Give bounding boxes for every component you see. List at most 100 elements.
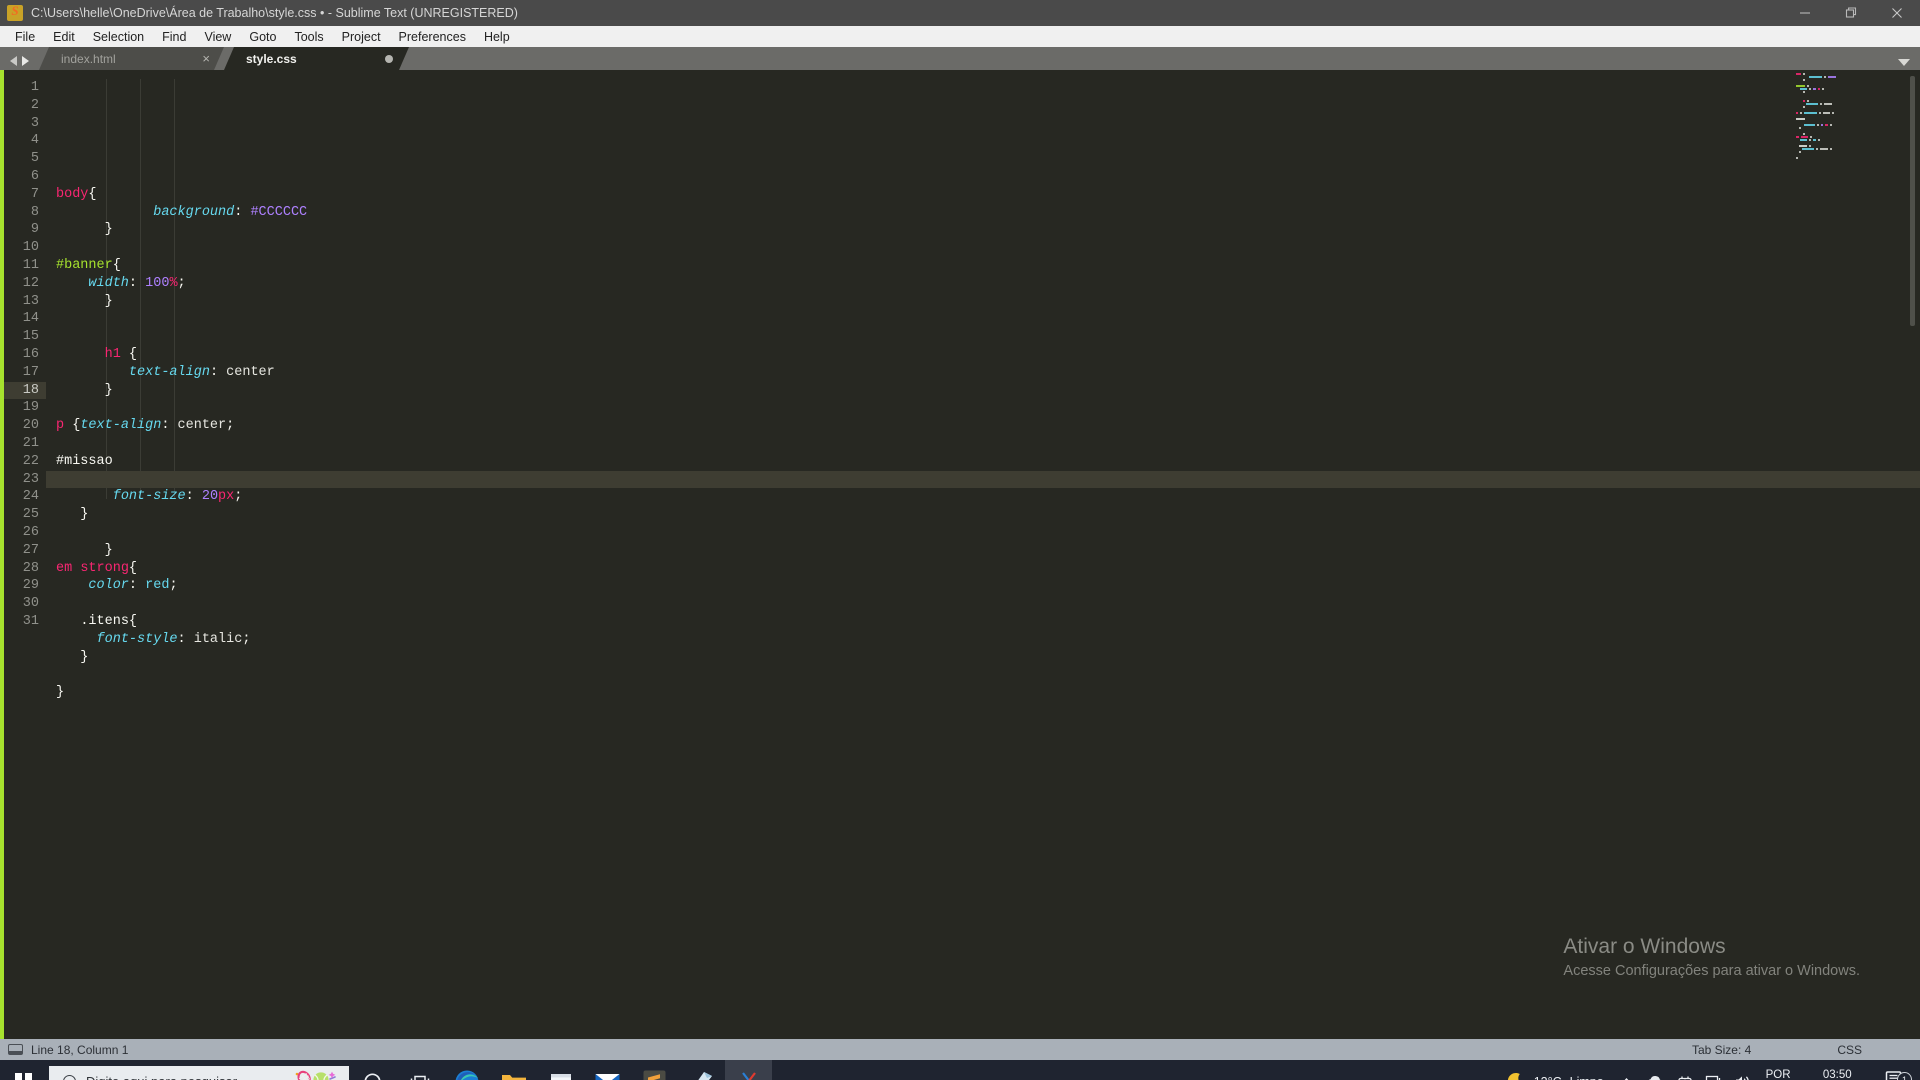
windows-activation-watermark: Ativar o Windows Acesse Configurações pa…: [1563, 935, 1860, 979]
taskbar-button-snipping-tool[interactable]: [725, 1060, 772, 1080]
code-line[interactable]: [46, 168, 1920, 186]
tab-size-indicator[interactable]: Tab Size: 4: [1692, 1043, 1751, 1057]
code-line[interactable]: }: [46, 649, 1920, 667]
volume-icon: [1735, 1076, 1749, 1080]
code-line[interactable]: [46, 595, 1920, 613]
line-number: 19: [22, 400, 39, 416]
taskbar-button-sublime-text[interactable]: [631, 1060, 678, 1080]
clock[interactable]: 03:50 22/05/2022: [1798, 1068, 1876, 1080]
taskbar-button-mail[interactable]: [584, 1060, 631, 1080]
tray-camera-button[interactable]: [1671, 1060, 1699, 1080]
taskbar-button-file-explorer[interactable]: [490, 1060, 537, 1080]
taskbar-button-edge[interactable]: [443, 1060, 490, 1080]
minimize-button[interactable]: [1782, 0, 1828, 26]
code-line[interactable]: font-style: italic;: [46, 631, 1920, 649]
taskbar-button-sticky-notes[interactable]: [678, 1060, 725, 1080]
menu-item-goto[interactable]: Goto: [240, 28, 285, 46]
tab-index-html[interactable]: index.html ×: [39, 47, 224, 70]
line-number: 30: [22, 596, 39, 612]
code-line[interactable]: #banner{: [46, 257, 1920, 275]
code-token: }: [56, 542, 113, 558]
minimap-line: [1796, 127, 1906, 129]
cursor-position: Line 18, Column 1: [31, 1042, 129, 1057]
tennis-racket-ball-icon: [291, 1069, 341, 1080]
unsaved-changes-icon: [385, 55, 393, 63]
code-line[interactable]: em strong{: [46, 560, 1920, 578]
code-content[interactable]: body{ background: #CCCCCC } #banner{ wid…: [46, 70, 1920, 1039]
code-line[interactable]: }: [46, 506, 1920, 524]
menu-item-preferences[interactable]: Preferences: [390, 28, 475, 46]
line-number: 18: [4, 381, 46, 400]
menu-item-edit[interactable]: Edit: [44, 28, 84, 46]
minimap-line: [1796, 115, 1906, 117]
window-controls: [1782, 0, 1920, 26]
menu-item-tools[interactable]: Tools: [285, 28, 332, 46]
minimap-scrollbar[interactable]: [1910, 76, 1915, 326]
tab-scroll-arrows[interactable]: [0, 56, 39, 70]
code-line[interactable]: [46, 435, 1920, 453]
menu-item-project[interactable]: Project: [333, 28, 390, 46]
code-line[interactable]: [46, 328, 1920, 346]
menu-item-find[interactable]: Find: [153, 28, 195, 46]
code-line[interactable]: .itens{: [46, 613, 1920, 631]
start-button[interactable]: [0, 1060, 47, 1080]
code-line[interactable]: [46, 310, 1920, 328]
code-line[interactable]: h1 {: [46, 346, 1920, 364]
tray-onedrive-button[interactable]: [1639, 1060, 1671, 1080]
code-line[interactable]: [46, 239, 1920, 257]
tray-network-button[interactable]: [1699, 1060, 1728, 1080]
tray-overflow-button[interactable]: [1614, 1060, 1639, 1080]
code-line[interactable]: [46, 524, 1920, 542]
minimap-line: [1796, 109, 1906, 111]
minimap-segment: [1825, 124, 1828, 126]
taskbar-button-cortana[interactable]: [349, 1060, 396, 1080]
minimap-line: [1796, 70, 1906, 72]
code-line[interactable]: #missao: [46, 453, 1920, 471]
tray-volume-button[interactable]: [1728, 1060, 1758, 1080]
code-token: body: [56, 186, 89, 202]
code-line[interactable]: [46, 702, 1920, 720]
chevron-up-icon: [1624, 1077, 1629, 1080]
minimap[interactable]: [1796, 70, 1915, 1039]
menu-item-file[interactable]: File: [6, 28, 44, 46]
line-number: 8: [30, 204, 39, 220]
code-line[interactable]: font-size: 20px;: [46, 488, 1920, 506]
minimap-line: [1796, 100, 1906, 102]
scroll-right-icon[interactable]: [22, 56, 29, 66]
code-line[interactable]: background: #CCCCCC: [46, 204, 1920, 222]
menu-item-view[interactable]: View: [195, 28, 240, 46]
tab-style-css[interactable]: style.css: [224, 47, 409, 70]
code-line[interactable]: [46, 666, 1920, 684]
code-line[interactable]: }: [46, 382, 1920, 400]
code-line[interactable]: }: [46, 293, 1920, 311]
code-line[interactable]: }: [46, 221, 1920, 239]
language-indicator[interactable]: POR PTB2: [1758, 1068, 1799, 1080]
language-code: POR: [1765, 1068, 1791, 1080]
code-line[interactable]: color: red;: [46, 577, 1920, 595]
scroll-left-icon[interactable]: [10, 56, 17, 66]
weather-widget[interactable]: 12°C Limpo: [1502, 1072, 1614, 1080]
syntax-indicator[interactable]: CSS: [1837, 1043, 1862, 1057]
minimap-segment: [1820, 148, 1828, 150]
taskbar-search-box[interactable]: Digite aqui para pesquisar: [49, 1066, 349, 1080]
code-line[interactable]: [46, 399, 1920, 417]
code-line[interactable]: }: [46, 684, 1920, 702]
close-button[interactable]: [1874, 0, 1920, 26]
taskbar-button-task-view[interactable]: [396, 1060, 443, 1080]
code-line[interactable]: body{: [46, 186, 1920, 204]
maximize-button[interactable]: [1828, 0, 1874, 26]
chevron-down-icon[interactable]: [1898, 59, 1910, 66]
menu-item-help[interactable]: Help: [475, 28, 519, 46]
tab-close-icon[interactable]: ×: [184, 51, 210, 66]
code-line[interactable]: }: [46, 542, 1920, 560]
code-line[interactable]: p {text-align: center;: [46, 417, 1920, 435]
code-line[interactable]: text-align: center: [46, 364, 1920, 382]
minimap-segment: [1818, 139, 1821, 141]
menu-item-selection[interactable]: Selection: [84, 28, 153, 46]
taskbar-button-microsoft-store[interactable]: [537, 1060, 584, 1080]
notifications-button[interactable]: 1: [1876, 1069, 1916, 1080]
line-number-gutter: 1 2 3 4 5 6 7 8 9 10 11 12 13 14 15 16 17 18 19 20 21 22 23 24 2…: [4, 70, 46, 1039]
code-line[interactable]: width: 100%;: [46, 275, 1920, 293]
code-token: italic: [193, 631, 243, 647]
code-line[interactable]: [46, 470, 1920, 489]
